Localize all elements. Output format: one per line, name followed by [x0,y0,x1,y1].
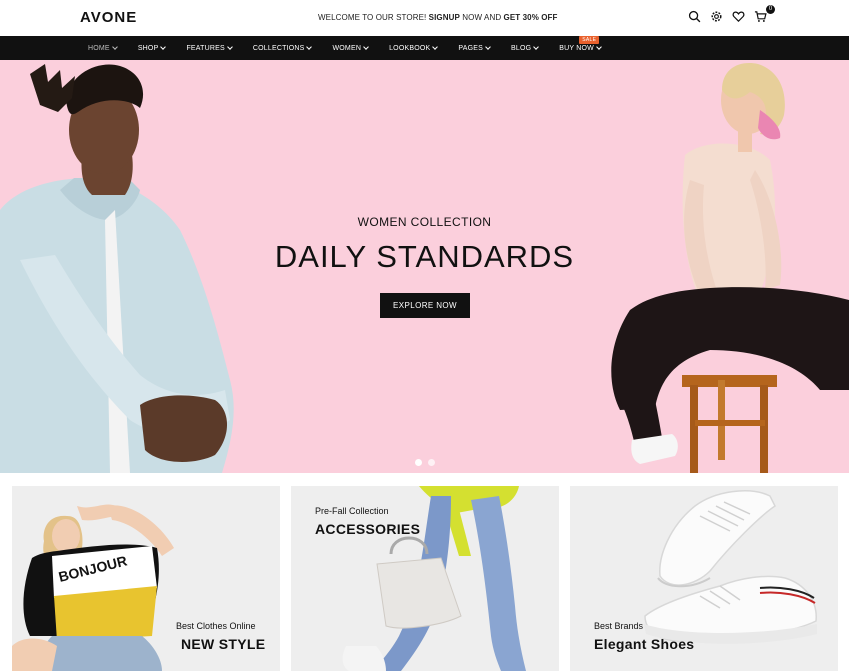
banner-title: Elegant Shoes [594,636,695,652]
site-logo[interactable]: AVONE [80,9,137,26]
promo-offer: GET 30% OFF [503,13,558,22]
banner-subtitle: Best Brands [594,621,644,631]
nav-item-pages[interactable]: PAGES [458,44,491,52]
hero-title: DAILY STANDARDS [274,239,575,274]
nav-label: HOME [88,44,110,52]
promo-signup-link[interactable]: SIGNUP [429,13,460,22]
slider-dot-1[interactable] [415,459,422,466]
search-icon[interactable] [688,10,701,23]
banner-new-style[interactable]: BONJOUR Best Clothes Online NEW STYLE [12,486,280,671]
nav-item-lookbook[interactable]: LOOKBOOK [389,44,439,52]
nav-item-collections[interactable]: COLLECTIONS [252,44,313,52]
nav-label: COLLECTIONS [252,44,305,52]
chevron-down-icon [485,44,491,50]
nav-label: BLOG [510,44,532,52]
cart-count-badge: 0 [766,5,775,14]
nav-item-features[interactable]: FEATURES [186,44,233,52]
banner-title: ACCESSORIES [315,521,421,537]
chevron-down-icon [160,44,167,50]
promo-prefix: WELCOME TO OUR STORE! [318,13,429,22]
nav-item-blog[interactable]: BLOG [510,44,540,52]
nav-label: LOOKBOOK [389,44,431,52]
nav-item-buy-now[interactable]: BUY NOW SALE [559,35,602,52]
chevron-down-icon [111,44,118,50]
banner-woman-tshirt-image: BONJOUR [12,504,174,671]
chevron-down-icon [306,44,313,50]
banner-title: NEW STYLE [181,636,266,652]
banner-accessories[interactable]: Pre-Fall Collection ACCESSORIES [291,486,559,671]
nav-label: FEATURES [186,44,225,52]
hero-subtitle: WOMEN COLLECTION [357,215,492,229]
gear-icon[interactable] [710,10,723,23]
hero-slider[interactable]: WOMEN COLLECTION DAILY STANDARDS EXPLORE… [0,60,849,473]
chevron-down-icon [227,44,233,50]
chevron-down-icon [432,44,439,50]
nav-label: PAGES [458,44,483,52]
nav-label: SHOP [137,44,159,52]
banner-subtitle: Pre-Fall Collection [315,506,389,516]
top-header: AVONE WELCOME TO OUR STORE! SIGNUP NOW A… [0,0,849,36]
promo-middle: NOW AND [459,13,504,22]
banner-elegant-shoes[interactable]: Best Brands Elegant Shoes [570,486,838,671]
explore-now-button[interactable]: EXPLORE NOW [380,293,470,318]
sale-badge: SALE [579,35,600,44]
chevron-down-icon [533,44,540,50]
nav-label: WOMEN [332,44,362,52]
slider-dots [415,459,435,466]
nav-item-women[interactable]: WOMEN [332,44,369,52]
main-navigation: HOME SHOP FEATURES COLLECTIONS WOMEN LOO… [0,35,849,60]
nav-label: BUY NOW [559,44,594,52]
nav-item-home[interactable]: HOME [88,44,118,52]
cart-icon[interactable]: 0 [754,5,775,23]
chevron-down-icon [596,44,602,50]
banner-subtitle: Best Clothes Online [176,621,256,631]
chevron-down-icon [363,44,369,50]
nav-item-shop[interactable]: SHOP [137,44,167,52]
header-icons: 0 [688,5,775,23]
promo-message: WELCOME TO OUR STORE! SIGNUP NOW AND GET… [318,13,558,22]
slider-dot-2[interactable] [428,459,435,466]
heart-icon[interactable] [732,10,745,23]
